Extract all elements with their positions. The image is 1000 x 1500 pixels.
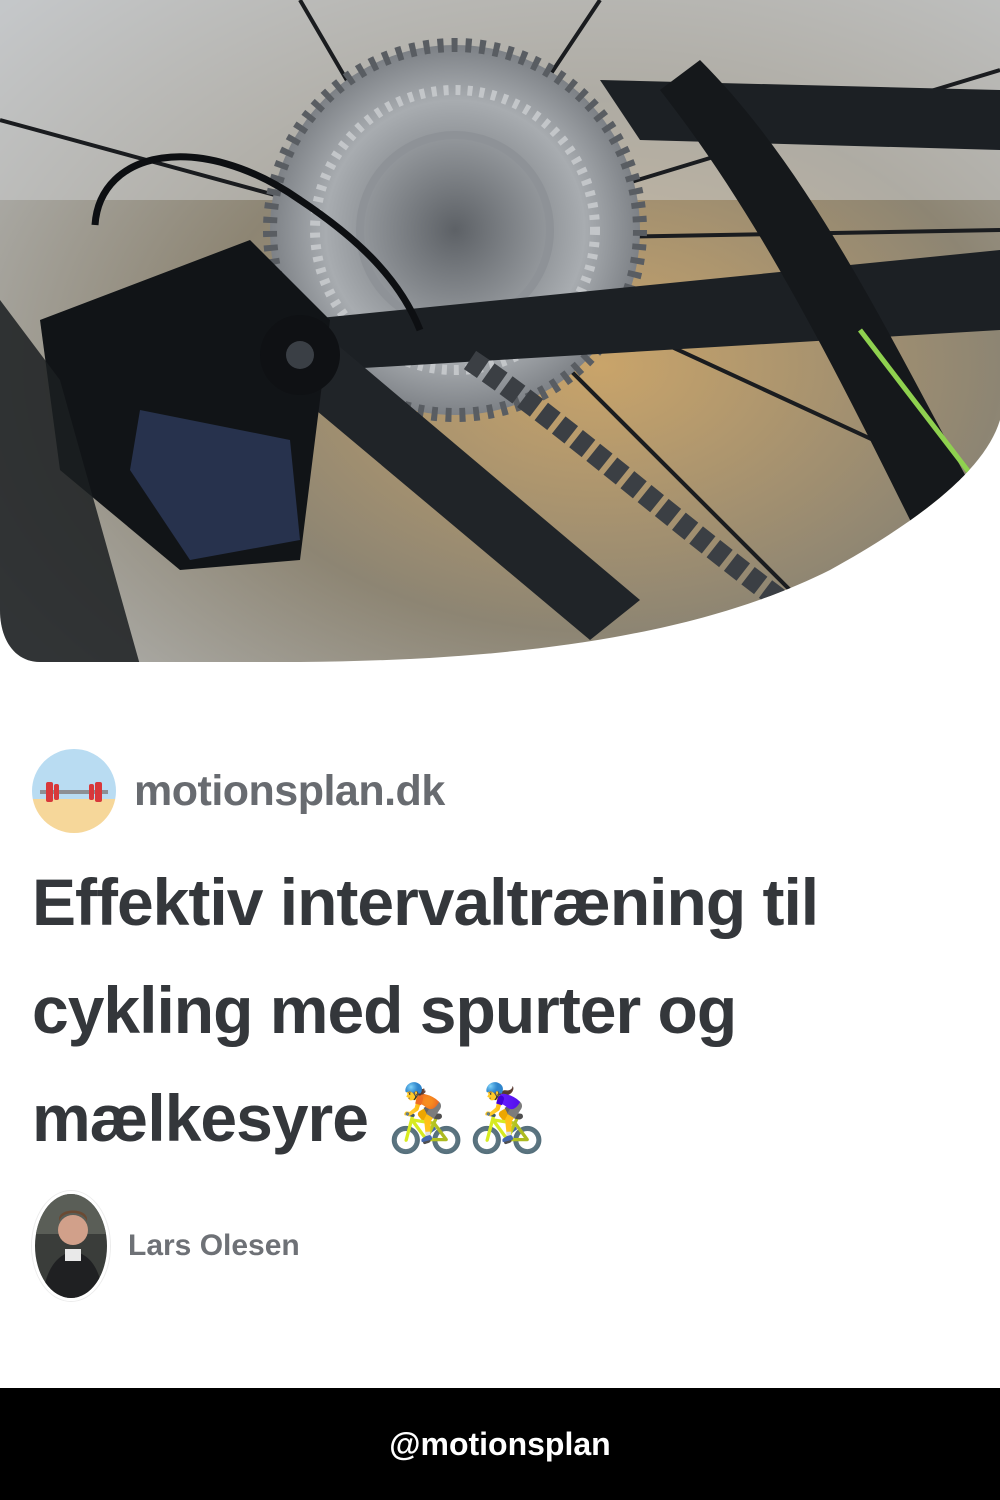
social-handle[interactable]: @motionsplan	[389, 1426, 610, 1463]
article-title: Effektiv intervaltræning til cykling med…	[32, 865, 819, 1155]
brand-row[interactable]: motionsplan.dk	[32, 749, 445, 833]
barbell-icon	[32, 749, 116, 833]
site-name[interactable]: motionsplan.dk	[134, 767, 445, 816]
author-photo	[32, 1191, 110, 1301]
hero-image	[0, 0, 1000, 665]
author-byline[interactable]: Lars Olesen	[32, 1191, 300, 1301]
footer-bar: @motionsplan	[0, 1388, 1000, 1500]
author-name[interactable]: Lars Olesen	[128, 1229, 300, 1263]
